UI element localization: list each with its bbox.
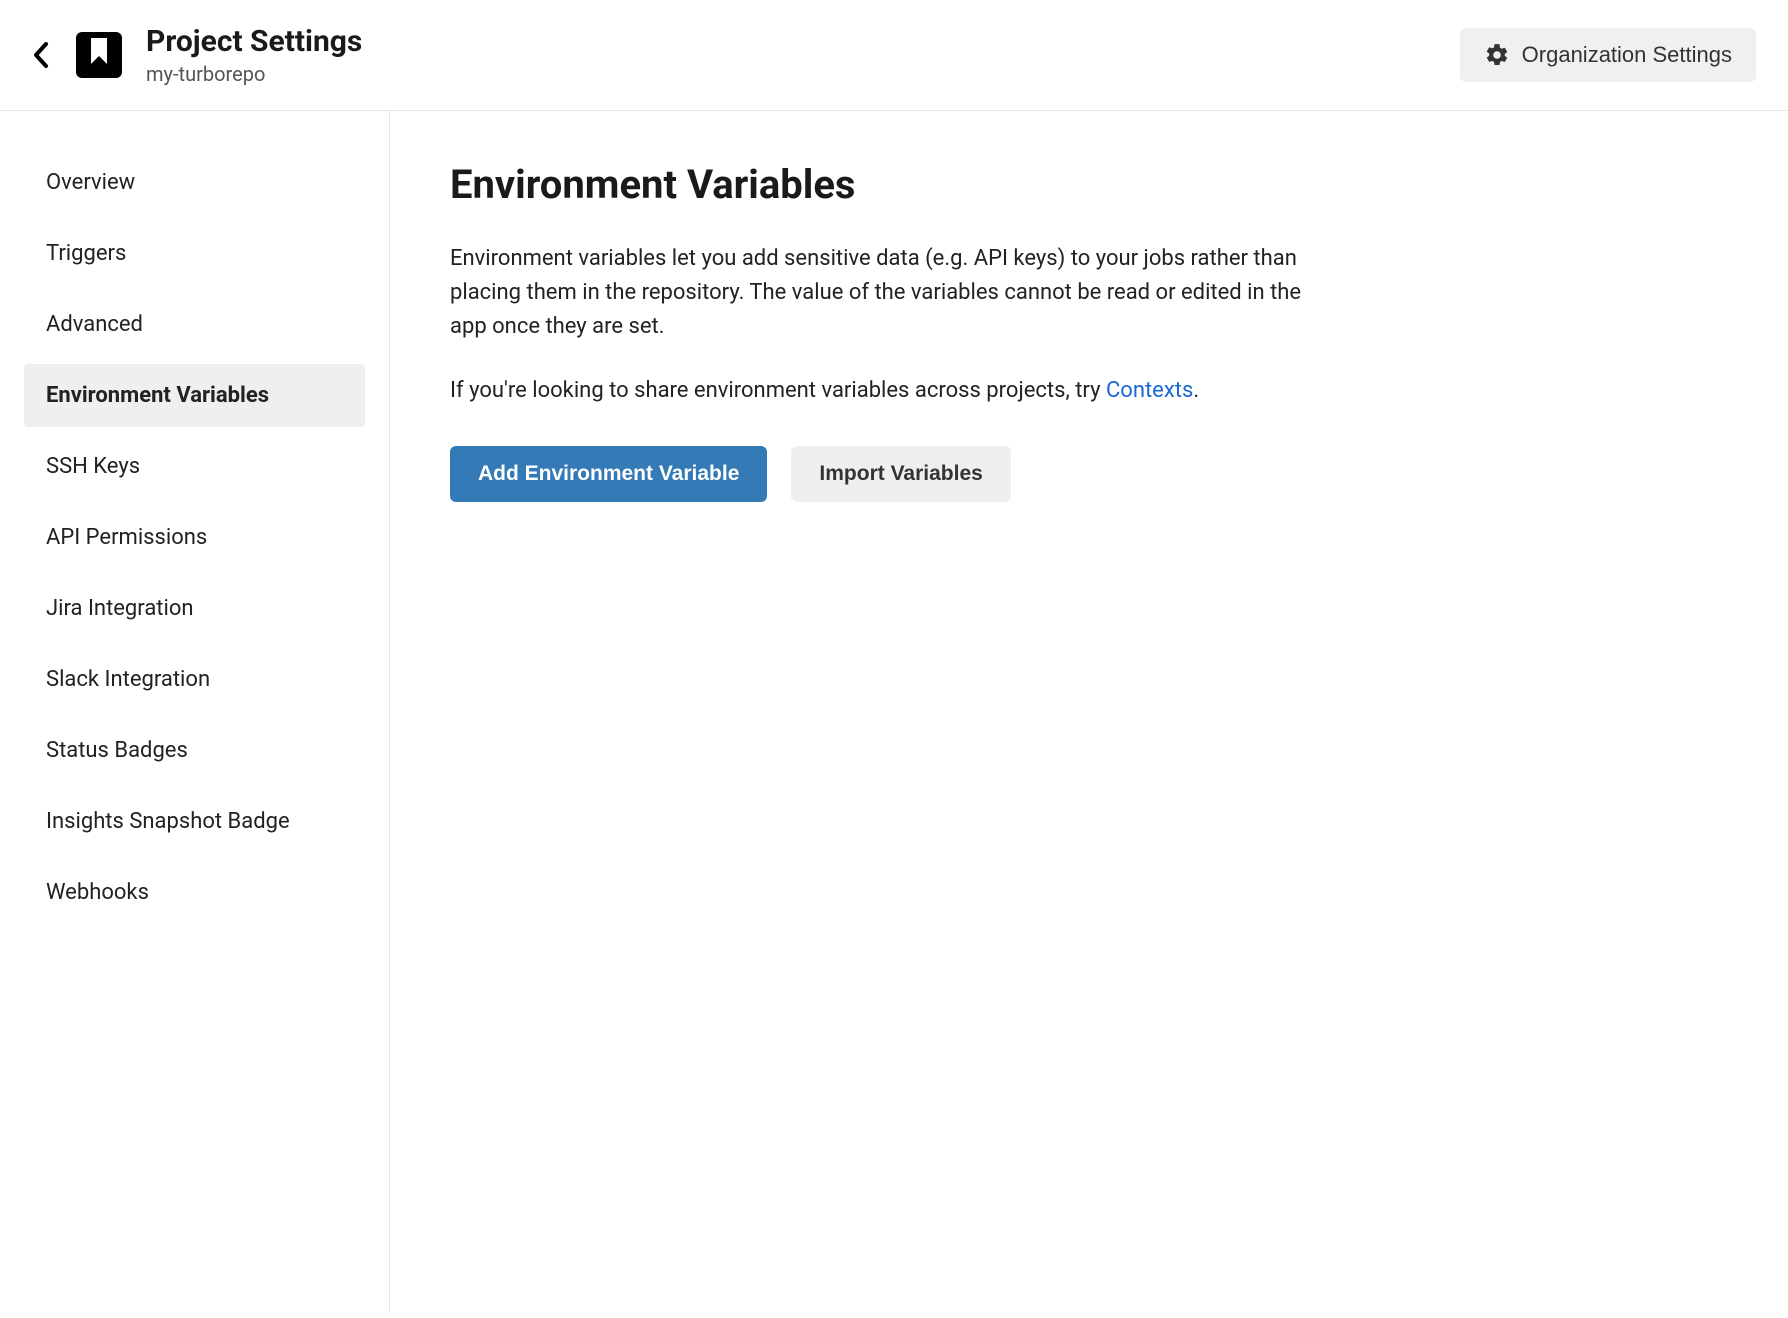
sidebar-item-label: Environment Variables: [46, 383, 269, 408]
main-description: Environment variables let you add sensit…: [450, 242, 1320, 344]
bookmark-icon: [89, 38, 109, 66]
header-left: Project Settings my-turborepo: [32, 24, 362, 86]
sidebar-item-advanced[interactable]: Advanced: [24, 293, 365, 356]
organization-settings-label: Organization Settings: [1522, 42, 1732, 68]
sidebar-item-label: Webhooks: [46, 880, 149, 905]
sidebar-item-status-badges[interactable]: Status Badges: [24, 719, 365, 782]
chevron-left-icon: [32, 40, 52, 70]
sidebar: Overview Triggers Advanced Environment V…: [0, 111, 390, 1311]
layout: Overview Triggers Advanced Environment V…: [0, 111, 1788, 1311]
page-header: Project Settings my-turborepo Organizati…: [0, 0, 1788, 111]
sidebar-item-label: API Permissions: [46, 525, 207, 550]
sidebar-item-api-permissions[interactable]: API Permissions: [24, 506, 365, 569]
sidebar-item-ssh-keys[interactable]: SSH Keys: [24, 435, 365, 498]
sidebar-item-overview[interactable]: Overview: [24, 151, 365, 214]
sidebar-item-label: Overview: [46, 170, 135, 195]
sidebar-item-webhooks[interactable]: Webhooks: [24, 861, 365, 924]
sidebar-item-slack-integration[interactable]: Slack Integration: [24, 648, 365, 711]
main-heading: Environment Variables: [450, 161, 1630, 208]
sidebar-item-triggers[interactable]: Triggers: [24, 222, 365, 285]
sidebar-item-label: Slack Integration: [46, 667, 210, 692]
main-content: Environment Variables Environment variab…: [390, 111, 1690, 1311]
import-variables-button[interactable]: Import Variables: [791, 446, 1010, 502]
sidebar-item-label: SSH Keys: [46, 454, 140, 479]
project-icon: [76, 32, 122, 78]
back-button[interactable]: [32, 40, 52, 70]
organization-settings-button[interactable]: Organization Settings: [1460, 28, 1756, 82]
contexts-prefix: If you're looking to share environment v…: [450, 378, 1106, 403]
sidebar-item-jira-integration[interactable]: Jira Integration: [24, 577, 365, 640]
sidebar-item-insights-snapshot-badge[interactable]: Insights Snapshot Badge: [24, 790, 365, 853]
gear-icon: [1484, 42, 1510, 68]
title-group: Project Settings my-turborepo: [146, 24, 362, 86]
button-row: Add Environment Variable Import Variable…: [450, 446, 1630, 502]
contexts-link[interactable]: Contexts: [1106, 378, 1193, 403]
sidebar-item-label: Status Badges: [46, 738, 188, 763]
add-environment-variable-button[interactable]: Add Environment Variable: [450, 446, 767, 502]
sidebar-item-label: Advanced: [46, 312, 143, 337]
sidebar-item-environment-variables[interactable]: Environment Variables: [24, 364, 365, 427]
page-title: Project Settings: [146, 24, 362, 60]
sidebar-item-label: Insights Snapshot Badge: [46, 809, 290, 834]
page-subtitle: my-turborepo: [146, 62, 362, 86]
contexts-hint: If you're looking to share environment v…: [450, 374, 1350, 408]
sidebar-item-label: Triggers: [46, 241, 126, 266]
sidebar-item-label: Jira Integration: [46, 596, 194, 621]
contexts-suffix: .: [1193, 378, 1199, 403]
